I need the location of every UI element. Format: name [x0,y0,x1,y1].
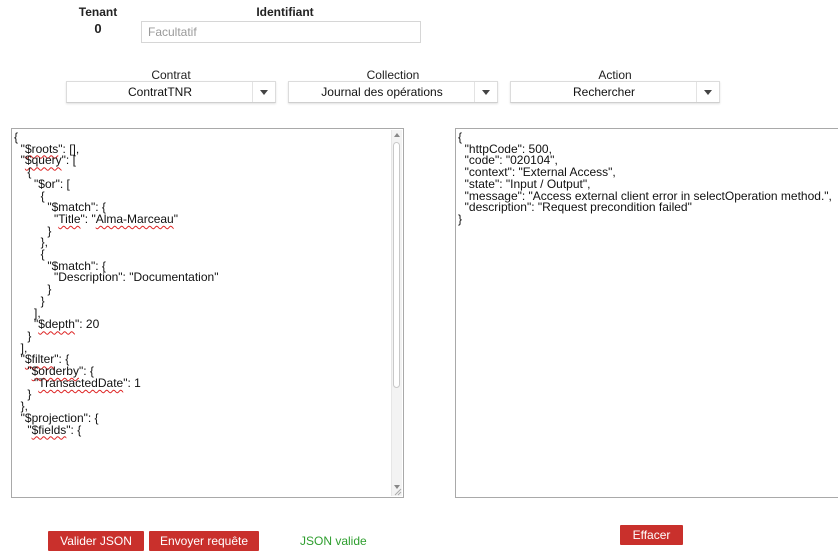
code-line: { [14,165,32,180]
code-line: "$query": [ [14,153,76,168]
code-line: } [14,293,45,308]
code-line: "$or": [ [14,176,70,191]
code-line: "$fields": { [14,422,82,437]
scrollbar-thumb[interactable] [393,142,400,388]
resize-grip-icon[interactable] [394,488,402,496]
tenant-label: Tenant [78,5,118,19]
tenant-value: 0 [94,21,102,36]
collection-label: Collection [366,68,420,82]
action-select-value: Rechercher [572,85,636,99]
code-line: "$depth": 20 [14,317,100,332]
json-status: JSON valide [300,534,367,548]
code-line: } [458,211,463,226]
code-line: "Description": "Documentation" [14,270,219,285]
query-text[interactable]: { "$roots": [], "$query": [ { "$or": [ {… [12,129,403,436]
contrat-label: Contrat [151,68,191,82]
code-line: } [14,282,52,297]
code-line: "TransactedDate": 1 [14,375,141,390]
chevron-down-icon[interactable] [474,82,497,102]
query-editor[interactable]: { "$roots": [], "$query": [ { "$or": [ {… [11,128,404,498]
response-editor[interactable]: { "httpCode": 500, "code": "020104", "co… [455,128,838,498]
chevron-down-icon[interactable] [696,82,719,102]
identifiant-label: Identifiant [256,5,314,19]
validate-json-button[interactable]: Valider JSON [48,531,144,551]
code-line: } [14,328,32,343]
identifiant-input[interactable] [141,21,421,43]
code-line: } [14,223,52,238]
arrow-up-icon[interactable] [392,130,402,140]
action-select[interactable]: Rechercher [510,81,720,103]
code-line: "description": "Request precondition fai… [458,200,692,215]
collection-select[interactable]: Journal des opérations [288,81,498,103]
query-scrollbar[interactable] [391,130,402,496]
response-text: { "httpCode": 500, "code": "020104", "co… [456,129,838,226]
code-line: } [14,387,32,402]
send-request-button[interactable]: Envoyer requête [149,531,259,551]
code-line: "Title": "Alma-Marceau" [14,211,178,226]
contrat-select-value: ContratTNR [127,85,192,99]
code-line: }, [14,235,49,250]
clear-button[interactable]: Effacer [620,525,683,545]
code-line: ], [14,340,28,355]
collection-select-value: Journal des opérations [321,85,443,99]
chevron-down-icon[interactable] [252,82,275,102]
contrat-select[interactable]: ContratTNR [66,81,276,103]
action-label: Action [598,68,632,82]
